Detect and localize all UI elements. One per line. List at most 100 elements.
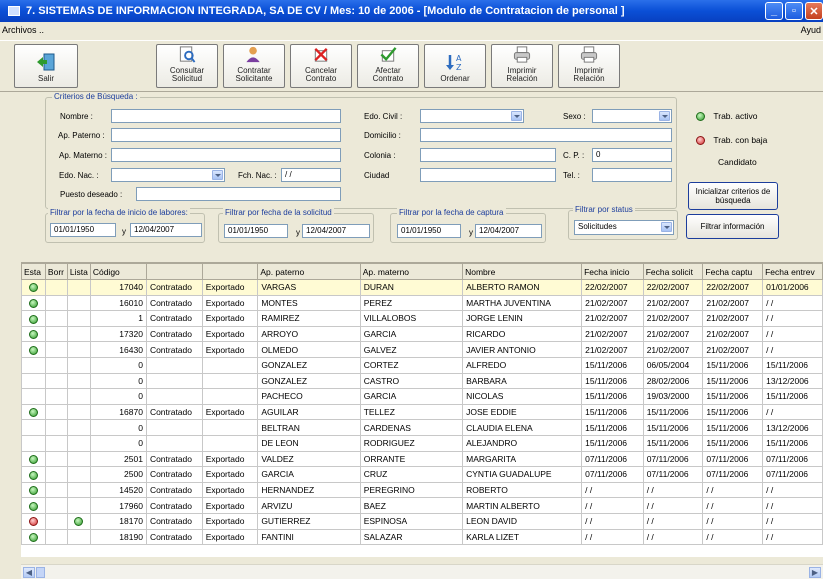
filtrar-informacion-button[interactable]: Filtrar información [686, 214, 779, 239]
column-header[interactable]: Fecha captu [702, 263, 764, 280]
table-row[interactable]: 2501 Contratado Exportado VALDEZ ORRANTE MARG… [21, 450, 823, 468]
table-cell: / / [762, 481, 823, 499]
solicitud-desde-input[interactable]: 01/01/1950 [224, 224, 288, 238]
table-cell: 07/11/2006 [762, 450, 823, 468]
puesto-input[interactable] [136, 187, 341, 201]
ciudad-input[interactable] [420, 168, 556, 182]
column-header[interactable]: Código [89, 263, 147, 280]
scroll-right-icon[interactable]: ▶ [809, 567, 821, 578]
colonia-input[interactable] [420, 148, 556, 162]
status-cell [44, 310, 68, 327]
table-row[interactable]: 18170 Contratado Exportado GUTIERREZ ESPINOS… [21, 512, 823, 530]
table-cell: MARTIN ALBERTO [462, 497, 583, 514]
table-row[interactable]: 16430 Contratado Exportado OLMEDO GALVEZ JAVI… [21, 341, 823, 358]
inicio-desde-input[interactable]: 01/01/1950 [50, 223, 116, 237]
fch-nac-input[interactable]: / / [281, 168, 341, 182]
captura-hasta-input[interactable]: 12/04/2007 [475, 224, 542, 238]
column-header[interactable] [145, 263, 203, 280]
table-row[interactable]: 18190 Contratado Exportado FANTINI SALAZAR KA… [21, 528, 823, 546]
table-cell: 21/02/2007 [702, 294, 764, 312]
table-row[interactable]: 0 BELTRAN CARDENAS CLAUDIA ELENA 15/11/2006 1… [21, 419, 823, 436]
column-header[interactable]: Lista [66, 263, 91, 280]
consultar-solicitud-label: Consultar Solicitud [169, 66, 205, 83]
inicio-hasta-input[interactable]: 12/04/2007 [130, 223, 202, 237]
column-header[interactable]: Esta [21, 263, 46, 280]
menu-ayuda[interactable]: Ayud [801, 25, 821, 35]
table-row[interactable]: 14520 Contratado Exportado HERNANDEZ PEREGRI… [21, 481, 823, 499]
table-row[interactable]: 17040 Contratado Exportado VARGAS DURAN ALBER… [21, 279, 823, 296]
ordenar-button[interactable]: AZ Ordenar [424, 44, 486, 88]
cancelar-contrato-button[interactable]: Cancelar Contrato [290, 44, 352, 88]
table-row[interactable]: 16010 Contratado Exportado MONTES PEREZ MARTH… [21, 294, 823, 312]
table-cell: BAEZ [359, 497, 464, 514]
column-header[interactable]: Fecha solicit [642, 263, 704, 280]
column-header[interactable]: Ap. paterno [257, 263, 361, 280]
table-cell: / / [581, 497, 644, 514]
edo-nac-label: Edo. Nac. : [59, 171, 99, 180]
table-cell: ARROYO [257, 325, 361, 343]
column-header[interactable]: Fecha inicio [581, 263, 644, 280]
table-cell: Contratado [145, 497, 203, 514]
cp-input[interactable]: 0 [592, 148, 672, 162]
column-header[interactable]: Nombre [462, 263, 583, 280]
table-row[interactable]: 1 Contratado Exportado RAMIREZ VILLALOBOS JOR… [21, 310, 823, 327]
ap-paterno-input[interactable] [111, 128, 341, 142]
edo-nac-select[interactable] [111, 168, 225, 182]
table-row[interactable]: 0 DE LEON RODRIGUEZ ALEJANDRO 15/11/2006 15/1… [21, 434, 823, 452]
table-cell: MARGARITA [462, 450, 583, 468]
table-cell: 19/03/2000 [642, 388, 704, 405]
scroll-left-icon[interactable]: ◀ [23, 567, 35, 578]
minimize-button[interactable]: _ [765, 2, 783, 20]
column-header[interactable]: Fecha entrev [762, 263, 823, 280]
sexo-select[interactable] [592, 109, 672, 123]
status-active-icon [28, 283, 38, 293]
horizontal-scrollbar[interactable]: ◀ ▶ [21, 564, 823, 579]
table-row[interactable]: 16870 Contratado Exportado AGUILAR TELLEZ JOS… [21, 403, 823, 421]
table-row[interactable]: 17960 Contratado Exportado ARVIZU BAEZ MARTIN… [21, 497, 823, 514]
table-cell: CASTRO [359, 372, 464, 390]
table-row[interactable]: 0 GONZALEZ CORTEZ ALFREDO 15/11/2006 06/05/20… [21, 356, 823, 374]
table-cell: 16430 [89, 341, 147, 358]
menu-archivos[interactable]: Archivos .. [2, 25, 44, 35]
table-cell: 21/02/2007 [642, 341, 704, 358]
consultar-solicitud-button[interactable]: Consultar Solicitud [156, 44, 218, 88]
imprimir-relacion-button-1[interactable]: Imprimir Relación [491, 44, 553, 88]
status-cell [44, 356, 68, 374]
table-cell: Exportado [201, 403, 259, 421]
table-row[interactable]: 2500 Contratado Exportado GARCIA CRUZ CYNTIA … [21, 466, 823, 483]
column-header[interactable] [201, 263, 259, 280]
afectar-contrato-button[interactable]: Afectar Contrato [357, 44, 419, 88]
chevron-down-icon [212, 170, 223, 180]
tel-input[interactable] [592, 168, 672, 182]
captura-desde-input[interactable]: 01/01/1950 [397, 224, 461, 238]
table-cell: OLMEDO [257, 341, 361, 358]
status-cell [66, 497, 91, 514]
table-row[interactable]: 17320 Contratado Exportado ARROYO GARCIA RICA… [21, 325, 823, 343]
contratar-solicitante-button[interactable]: Contratar Solicitante [223, 44, 285, 88]
svg-text:Z: Z [456, 63, 462, 72]
maximize-button[interactable]: ▫ [785, 2, 803, 20]
table-row[interactable]: 0 PACHECO GARCIA NICOLAS 15/11/2006 19/03/200… [21, 388, 823, 405]
edo-civil-select[interactable] [420, 109, 524, 123]
salir-button[interactable]: Salir [14, 44, 78, 88]
table-cell: Contratado [145, 466, 203, 483]
imprimir-relacion-button-2[interactable]: Imprimir Relación [558, 44, 620, 88]
table-cell: PEREGRINO [359, 481, 464, 499]
inicializar-criterios-button[interactable]: Inicializar criterios de búsqueda [688, 182, 778, 210]
ap-materno-input[interactable] [111, 148, 341, 162]
window-titlebar[interactable]: 7. SISTEMAS DE INFORMACION INTEGRADA, SA… [0, 0, 823, 22]
table-row[interactable]: 0 GONZALEZ CASTRO BARBARA 15/11/2006 28/02/20… [21, 372, 823, 390]
table-cell: 18170 [89, 512, 147, 530]
status-select[interactable]: Solicitudes [574, 220, 674, 235]
domicilio-input[interactable] [420, 128, 672, 142]
solicitud-hasta-input[interactable]: 12/04/2007 [302, 224, 370, 238]
close-button[interactable]: ✕ [805, 2, 823, 20]
table-cell: / / [581, 512, 644, 530]
status-cell [44, 450, 68, 468]
column-header[interactable]: Borr [44, 263, 68, 280]
scroll-thumb[interactable] [36, 567, 45, 578]
column-header[interactable]: Ap. materno [359, 263, 464, 280]
table-cell: 07/11/2006 [642, 450, 704, 468]
status-cell [44, 341, 68, 358]
nombre-input[interactable] [111, 109, 341, 123]
